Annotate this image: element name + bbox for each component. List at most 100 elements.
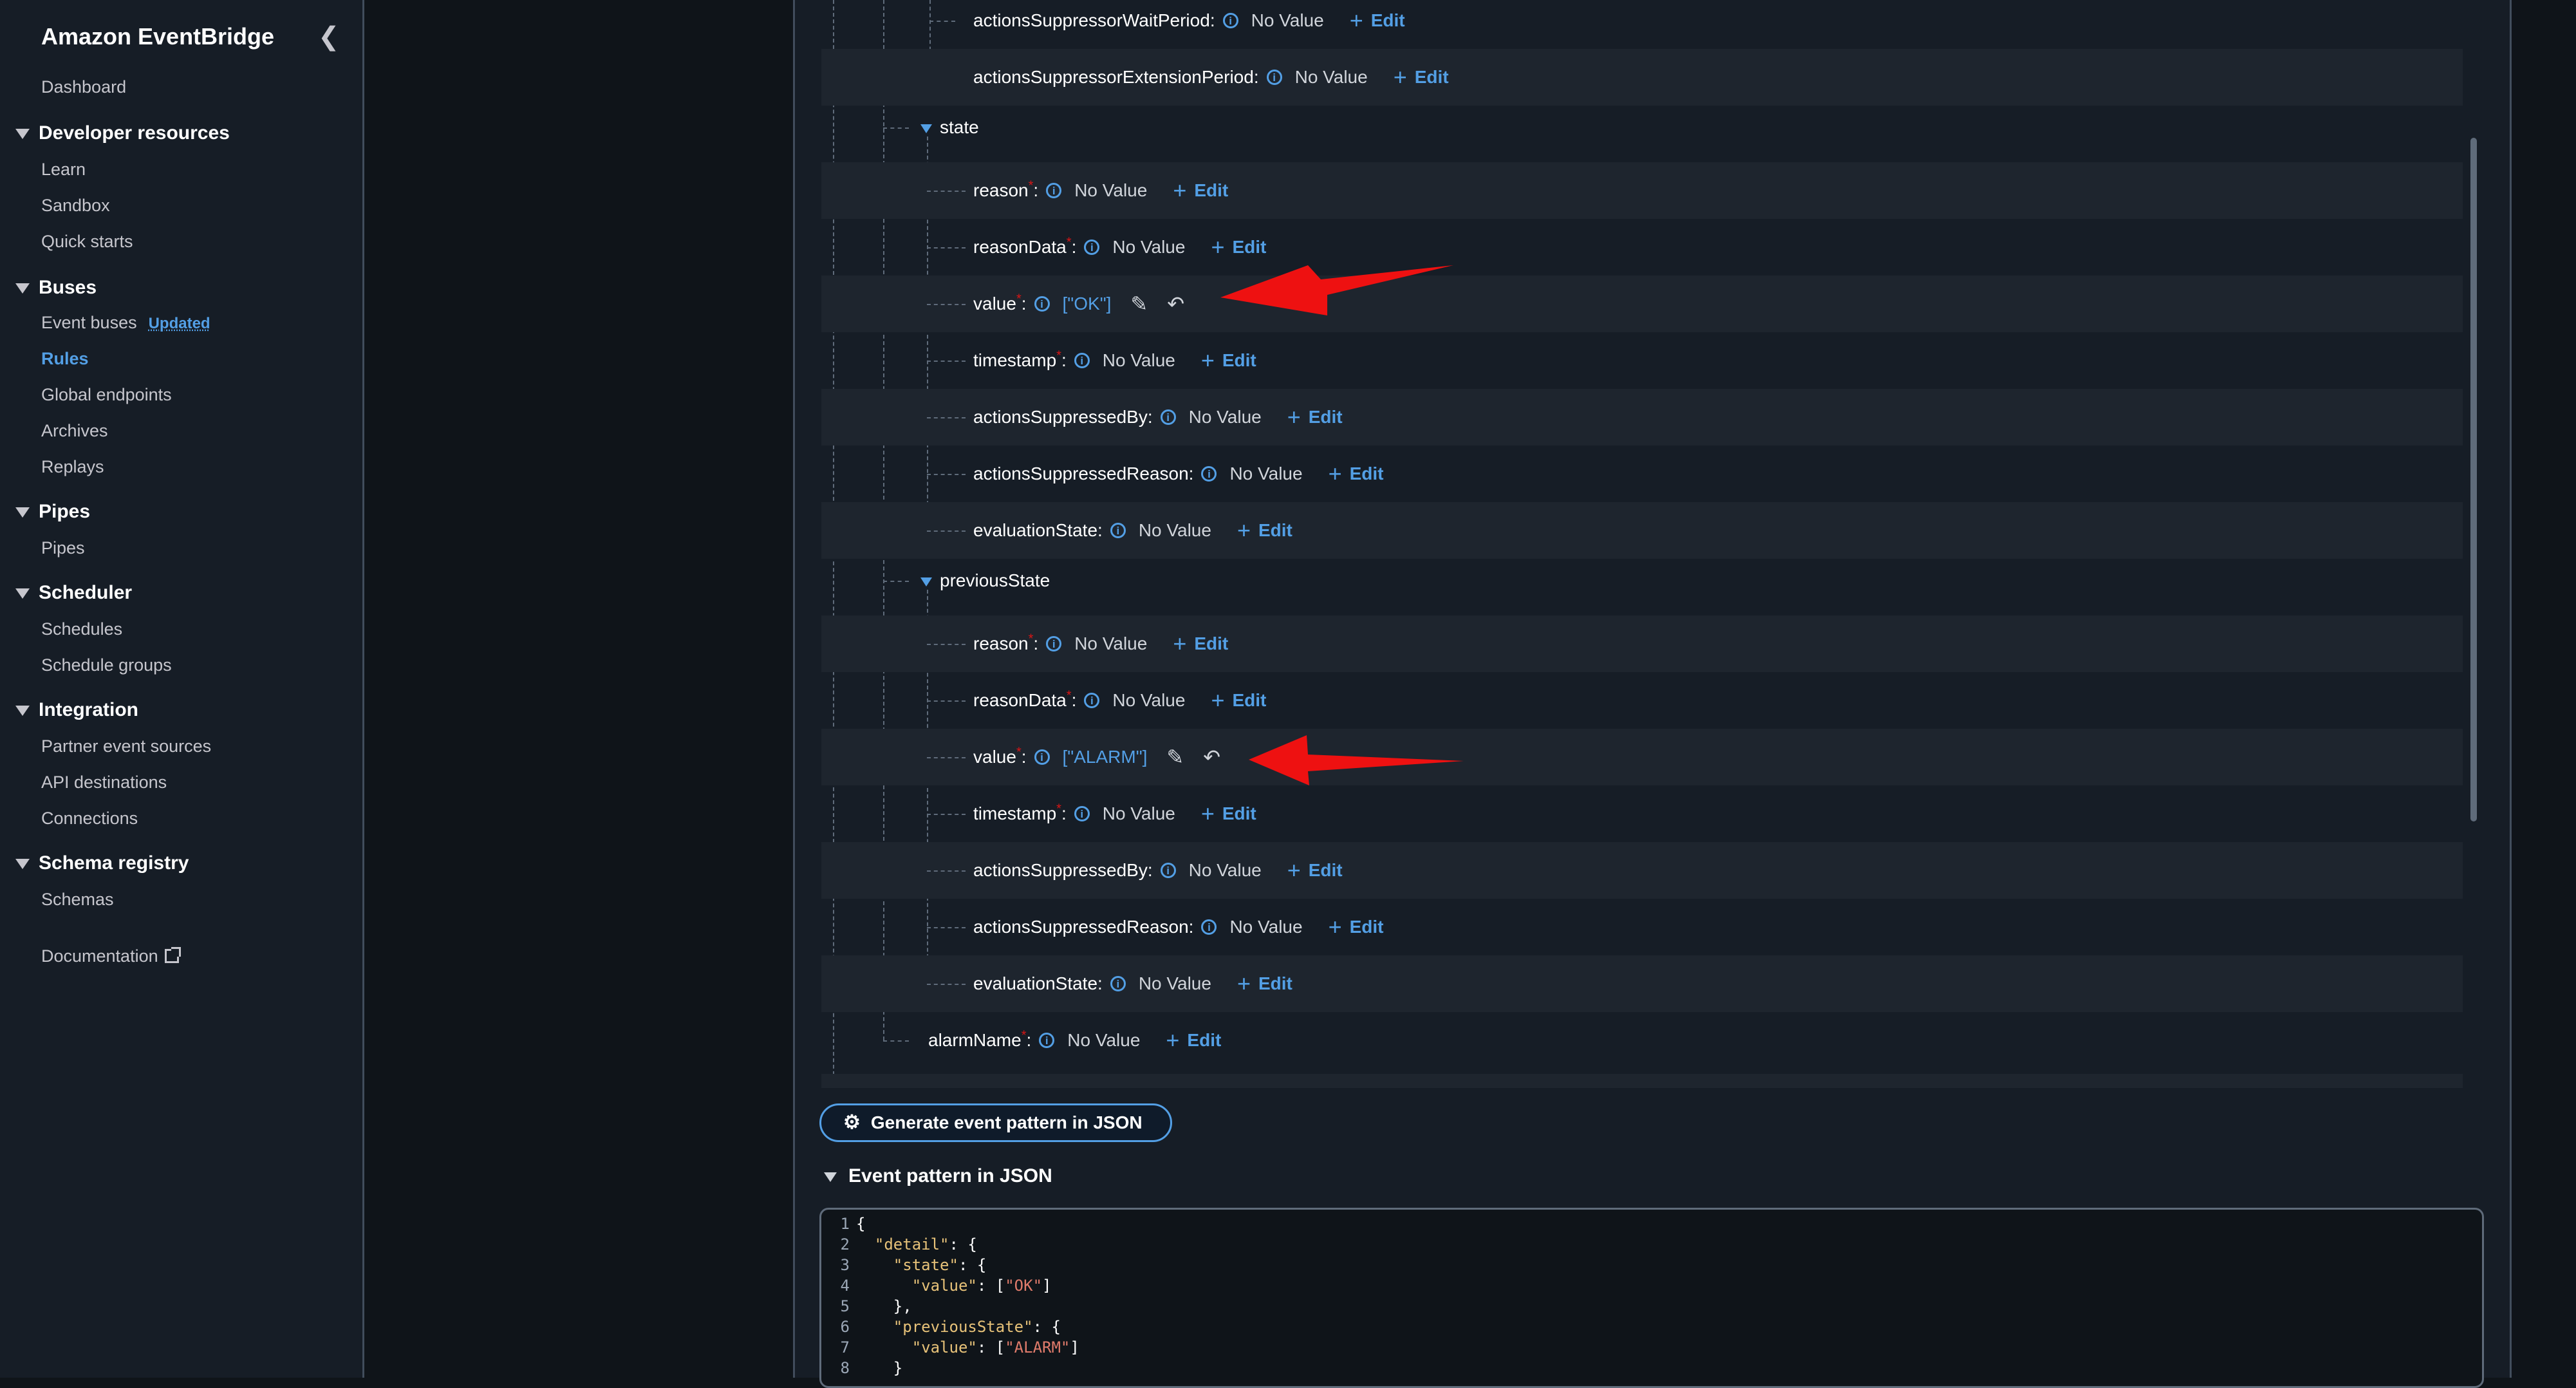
info-icon[interactable]: i	[1034, 296, 1050, 312]
event-pattern-tree: actionsSuppressorWaitPeriod: i No Value + Ed…	[821, 0, 2463, 1088]
plus-icon: +	[1173, 177, 1187, 203]
nav-rules[interactable]: Rules	[41, 349, 89, 369]
pencil-icon[interactable]: ✎	[1130, 292, 1148, 316]
edit-button[interactable]: + Edit	[1237, 517, 1293, 543]
plus-icon: +	[1328, 914, 1342, 940]
plus-icon: +	[1287, 404, 1301, 430]
info-icon[interactable]: i	[1201, 466, 1217, 482]
field-value: No Value	[1294, 67, 1368, 87]
nav-global-endpoints[interactable]: Global endpoints	[41, 385, 172, 405]
expand-caret-icon	[824, 1172, 837, 1182]
tree-node-previous-state[interactable]: previousState	[920, 570, 1050, 591]
nav-section-developer-resources[interactable]: Developer resources	[15, 122, 230, 144]
nav-dashboard[interactable]: Dashboard	[41, 77, 126, 97]
info-icon[interactable]: i	[1039, 1033, 1055, 1048]
nav-schemas[interactable]: Schemas	[41, 890, 114, 910]
tree-row: timestamp*: i No Value + Edit	[821, 785, 2463, 842]
nav-archives[interactable]: Archives	[41, 421, 108, 441]
nav-sandbox[interactable]: Sandbox	[41, 196, 110, 216]
edit-button[interactable]: + Edit	[1211, 687, 1266, 713]
line-number: 4	[840, 1277, 850, 1295]
info-icon[interactable]: i	[1201, 919, 1217, 935]
info-icon[interactable]: i	[1266, 70, 1282, 85]
nav-learn[interactable]: Learn	[41, 160, 86, 180]
info-icon[interactable]: i	[1084, 239, 1100, 255]
nav-section-integration[interactable]: Integration	[15, 699, 138, 721]
nav-pipes[interactable]: Pipes	[41, 538, 85, 558]
tree-row	[821, 1074, 2463, 1088]
field-value: No Value	[1188, 407, 1262, 427]
tree-row: actionsSuppressedBy: i No Value + Edit	[821, 389, 2463, 445]
info-icon[interactable]: i	[1074, 353, 1090, 368]
undo-icon[interactable]: ↶	[1167, 292, 1184, 316]
info-icon[interactable]: i	[1046, 636, 1062, 652]
external-link-icon	[164, 947, 181, 963]
line-number: 3	[840, 1256, 850, 1274]
field-value: No Value	[1188, 860, 1262, 880]
edit-button[interactable]: + Edit	[1201, 347, 1256, 373]
edit-button[interactable]: + Edit	[1329, 460, 1384, 487]
edit-button[interactable]: + Edit	[1287, 857, 1343, 883]
code-text: "value": ["ALARM"]	[911, 1338, 1079, 1356]
edit-button[interactable]: + Edit	[1394, 64, 1449, 90]
tree-guide-line	[927, 700, 966, 702]
tree-scrollbar[interactable]	[2470, 138, 2477, 821]
edit-button[interactable]: + Edit	[1173, 177, 1228, 203]
nav-replays[interactable]: Replays	[41, 457, 104, 477]
edit-button[interactable]: + Edit	[1287, 404, 1343, 430]
expand-caret-icon	[15, 859, 30, 870]
collapse-sidebar-icon[interactable]: ❮	[318, 22, 340, 52]
expand-caret-icon	[15, 507, 30, 518]
undo-icon[interactable]: ↶	[1203, 745, 1220, 769]
edit-button[interactable]: + Edit	[1166, 1027, 1221, 1053]
nav-event-buses[interactable]: Event buses Updated	[41, 313, 210, 333]
info-icon[interactable]: i	[1084, 693, 1100, 708]
edit-button[interactable]: + Edit	[1237, 970, 1293, 997]
tree-guide-line	[927, 984, 966, 985]
tree-guide-line	[927, 757, 966, 758]
field-value: value*: i ["ALARM"] ✎ ↶	[973, 745, 1221, 769]
edit-button[interactable]: + Edit	[1201, 800, 1256, 827]
line-number: 7	[840, 1338, 850, 1356]
nav-partner-event-sources[interactable]: Partner event sources	[41, 736, 211, 756]
edit-button[interactable]: + Edit	[1211, 234, 1266, 260]
nav-section-pipes[interactable]: Pipes	[15, 501, 90, 523]
info-icon[interactable]: i	[1110, 976, 1126, 991]
nav-schedule-groups[interactable]: Schedule groups	[41, 655, 172, 675]
nav-quick-starts[interactable]: Quick starts	[41, 232, 133, 252]
nav-section-scheduler[interactable]: Scheduler	[15, 582, 132, 604]
field-value: No Value	[1074, 633, 1148, 653]
info-icon[interactable]: i	[1110, 523, 1126, 538]
generate-event-pattern-button[interactable]: ⚙ Generate event pattern in JSON	[819, 1103, 1172, 1142]
plus-icon: +	[1237, 970, 1251, 997]
expand-caret-icon	[920, 577, 932, 586]
edit-button[interactable]: + Edit	[1328, 914, 1384, 940]
info-icon[interactable]: i	[1160, 863, 1176, 878]
tree-guide-line	[883, 127, 909, 129]
info-icon[interactable]: i	[1046, 183, 1062, 198]
state-value: ["OK"]	[1062, 294, 1112, 314]
info-icon[interactable]: i	[1222, 13, 1238, 28]
event-pattern-json-toggle[interactable]: Event pattern in JSON	[824, 1165, 1052, 1187]
json-code-editor[interactable]: 1{2 "detail": {3 "state": {4 "value": ["…	[819, 1208, 2484, 1388]
expand-caret-icon	[15, 129, 30, 140]
edit-button[interactable]: + Edit	[1350, 7, 1405, 33]
tree-guide-line	[927, 304, 966, 305]
pencil-icon[interactable]: ✎	[1166, 745, 1184, 769]
expand-caret-icon	[15, 706, 30, 717]
info-icon[interactable]: i	[1074, 806, 1090, 821]
nav-api-destinations[interactable]: API destinations	[41, 773, 167, 792]
tree-node-state[interactable]: state	[920, 117, 979, 138]
updated-badge[interactable]: Updated	[149, 315, 210, 332]
code-line: 7 "value": ["ALARM"]	[821, 1338, 1079, 1359]
nav-documentation[interactable]: Documentation	[41, 946, 181, 966]
nav-connections[interactable]: Connections	[41, 809, 138, 829]
nav-schedules[interactable]: Schedules	[41, 619, 122, 639]
info-icon[interactable]: i	[1034, 749, 1050, 765]
code-text: "previousState": {	[893, 1318, 1061, 1336]
info-icon[interactable]: i	[1160, 409, 1176, 425]
edit-button[interactable]: + Edit	[1173, 630, 1228, 657]
field-actions-suppressed-reason: actionsSuppressedReason: i No Value + Edit	[973, 914, 1384, 940]
nav-section-buses[interactable]: Buses	[15, 277, 97, 299]
nav-section-schema-registry[interactable]: Schema registry	[15, 852, 189, 874]
